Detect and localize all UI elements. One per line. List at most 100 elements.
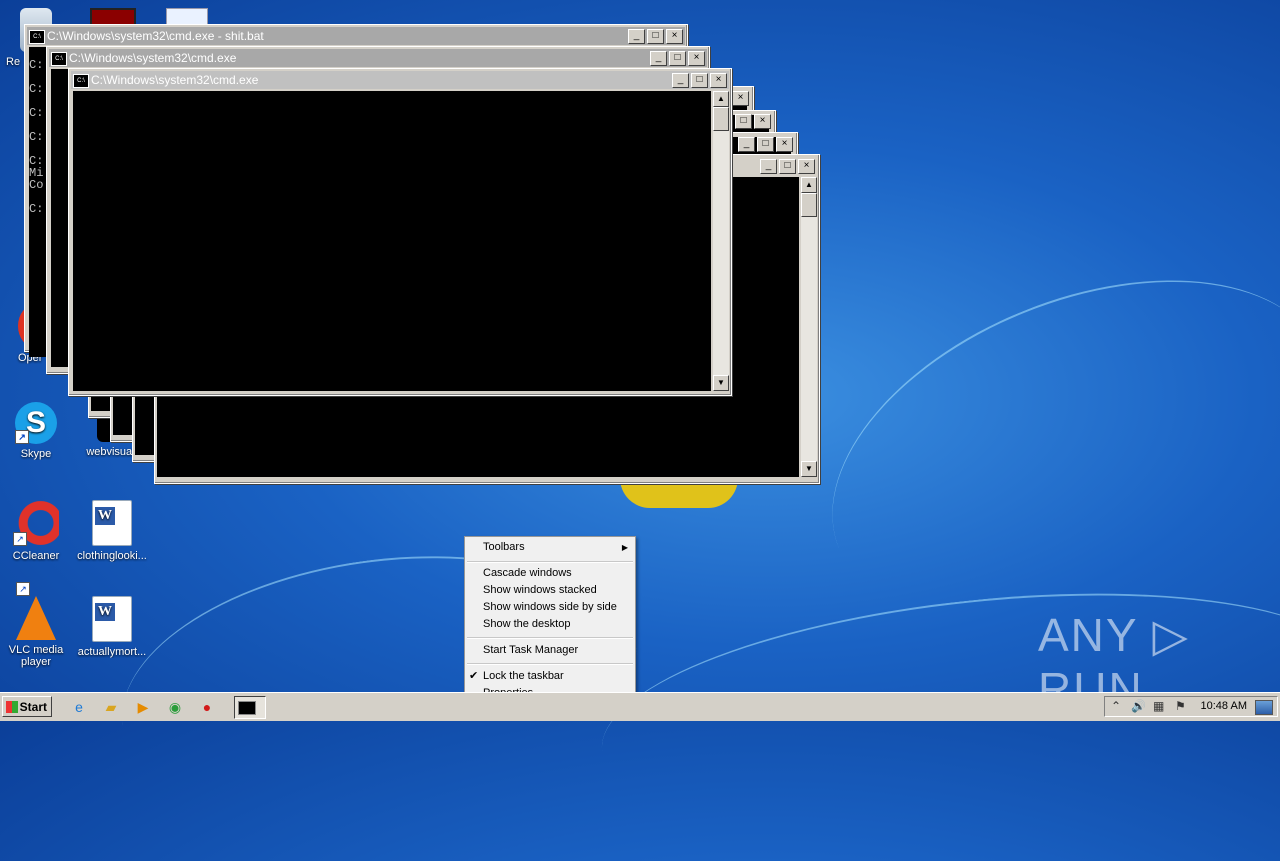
maximize-button[interactable]: □	[779, 159, 796, 174]
word-document-icon: W	[92, 500, 132, 546]
desktop-icon-label: Skype	[20, 448, 52, 460]
menu-separator	[467, 637, 633, 639]
minimize-button[interactable]: _	[650, 51, 667, 66]
desktop-icon-ccleaner[interactable]: ↗ CCleaner	[0, 500, 74, 562]
shortcut-arrow-icon: ↗	[13, 532, 27, 546]
menu-item-label: Show windows stacked	[483, 584, 597, 596]
chrome-icon[interactable]: ◉	[164, 698, 186, 716]
cmd-window-3[interactable]: C:\ C:\Windows\system32\cmd.exe _ □ × ▲ …	[68, 68, 732, 396]
desktop-icon-label: CCleaner	[12, 550, 60, 562]
network-icon[interactable]: ▦	[1153, 699, 1164, 713]
minimize-button[interactable]: _	[672, 73, 689, 88]
cmd-icon: C:\	[29, 30, 45, 44]
window-controls: _ □ ×	[672, 73, 727, 88]
window-controls: _ □ ×	[760, 159, 815, 174]
taskbar-context-menu: Toolbars ▶ Cascade windows Show windows …	[464, 536, 636, 705]
volume-icon[interactable]: 🔊	[1131, 699, 1146, 713]
shortcut-arrow-icon: ↗	[16, 582, 30, 596]
menu-item-show-the-desktop[interactable]: Show the desktop	[465, 616, 635, 633]
menu-item-toolbars[interactable]: Toolbars ▶	[465, 539, 635, 556]
window-title: C:\Windows\system32\cmd.exe	[91, 73, 259, 87]
window-titlebar[interactable]: C:\ C:\Windows\system32\cmd.exe	[49, 49, 707, 67]
desktop-icon-label: clothinglooki...	[77, 550, 147, 562]
menu-item-cascade-windows[interactable]: Cascade windows	[465, 565, 635, 582]
maximize-button[interactable]: □	[757, 137, 774, 152]
ccleaner-icon: ↗	[13, 500, 59, 546]
scroll-down-arrow[interactable]: ▼	[713, 375, 729, 391]
close-button[interactable]: ×	[688, 51, 705, 66]
scroll-down-arrow[interactable]: ▼	[801, 461, 817, 477]
menu-item-label: Cascade windows	[483, 567, 572, 579]
menu-item-start-task-manager[interactable]: Start Task Manager	[465, 642, 635, 659]
close-button[interactable]: ×	[754, 114, 771, 129]
scroll-thumb[interactable]	[713, 107, 729, 131]
window-controls: _ □ ×	[628, 29, 683, 44]
quick-launch: e ▰ ▶ ◉ ●	[68, 698, 218, 716]
window-controls: _ □ ×	[650, 51, 705, 66]
desktop-icon-label: VLC media player	[8, 644, 64, 668]
cmd-icon: C:\	[51, 52, 67, 66]
cmd-icon	[238, 701, 256, 715]
action-center-flag-icon[interactable]: ⚑	[1175, 699, 1186, 713]
window-titlebar[interactable]: C:\ C:\Windows\system32\cmd.exe - shit.b…	[27, 27, 685, 45]
internet-explorer-icon[interactable]: e	[68, 698, 90, 716]
media-player-icon[interactable]: ▶	[132, 698, 154, 716]
menu-item-lock-the-taskbar[interactable]: ✔ Lock the taskbar	[465, 668, 635, 685]
close-button[interactable]: ×	[732, 91, 749, 106]
show-hidden-icons-icon[interactable]: ⌃	[1111, 699, 1121, 713]
console-area	[73, 91, 711, 391]
cmd-icon: C:\	[73, 74, 89, 88]
maximize-button[interactable]: □	[669, 51, 686, 66]
window-controls: _ □ ×	[738, 137, 793, 152]
submenu-arrow-icon: ▶	[621, 543, 628, 552]
start-button[interactable]: Start	[2, 696, 52, 717]
vertical-scrollbar[interactable]: ▲ ▼	[801, 177, 817, 477]
vertical-scrollbar[interactable]: ▲ ▼	[713, 91, 729, 391]
window-titlebar[interactable]: C:\ C:\Windows\system32\cmd.exe	[71, 71, 729, 89]
opera-icon[interactable]: ●	[196, 698, 218, 716]
minimize-button[interactable]: _	[760, 159, 777, 174]
shortcut-arrow-icon: ↗	[15, 430, 29, 444]
menu-item-label: Show windows side by side	[483, 601, 617, 613]
checkmark-icon: ✔	[469, 670, 479, 682]
close-button[interactable]: ×	[666, 29, 683, 44]
desktop-icon-actuallymort[interactable]: W actuallymort...	[74, 596, 150, 658]
minimize-button[interactable]: _	[738, 137, 755, 152]
window-title: C:\Windows\system32\cmd.exe	[69, 51, 237, 65]
taskbar[interactable]: Start e ▰ ▶ ◉ ● ⌃ 🔊 ▦ ⚑ 10:48 AM	[0, 692, 1280, 721]
vlc-icon: ↗	[16, 582, 56, 640]
scroll-thumb[interactable]	[801, 193, 817, 217]
system-tray: ⌃ 🔊 ▦ ⚑ 10:48 AM	[1104, 696, 1278, 717]
window-controls: □ ×	[735, 114, 771, 129]
menu-separator	[467, 561, 633, 563]
maximize-button[interactable]: □	[735, 114, 752, 129]
maximize-button[interactable]: □	[691, 73, 708, 88]
scroll-up-arrow[interactable]: ▲	[801, 177, 817, 193]
clock[interactable]: 10:48 AM	[1201, 700, 1247, 712]
desktop-icon-skype[interactable]: S ↗ Skype	[0, 402, 74, 460]
taskbar-button-cmd[interactable]	[234, 696, 266, 719]
close-button[interactable]: ×	[776, 137, 793, 152]
windows-flag-icon	[6, 701, 18, 713]
menu-item-label: Toolbars	[483, 541, 525, 553]
menu-item-label: Lock the taskbar	[483, 670, 564, 682]
scroll-up-arrow[interactable]: ▲	[713, 91, 729, 107]
close-button[interactable]: ×	[798, 159, 815, 174]
close-button[interactable]: ×	[710, 73, 727, 88]
menu-item-label: Start Task Manager	[483, 644, 579, 656]
start-label: Start	[19, 700, 47, 714]
menu-item-show-windows-stacked[interactable]: Show windows stacked	[465, 582, 635, 599]
menu-separator	[467, 663, 633, 665]
explorer-folder-icon[interactable]: ▰	[100, 698, 122, 716]
word-document-icon: W	[92, 596, 132, 642]
menu-item-show-windows-side-by-side[interactable]: Show windows side by side	[465, 599, 635, 616]
window-controls: ×	[732, 91, 749, 106]
show-desktop-icon[interactable]	[1255, 700, 1273, 715]
desktop-icon-label: actuallymort...	[77, 646, 147, 658]
desktop-icon-vlc[interactable]: ↗ VLC media player	[0, 582, 74, 668]
menu-item-label: Show the desktop	[483, 618, 571, 630]
window-title: C:\Windows\system32\cmd.exe - shit.bat	[47, 29, 264, 43]
minimize-button[interactable]: _	[628, 29, 645, 44]
desktop-icon-clothinglooki[interactable]: W clothinglooki...	[74, 500, 150, 562]
maximize-button[interactable]: □	[647, 29, 664, 44]
